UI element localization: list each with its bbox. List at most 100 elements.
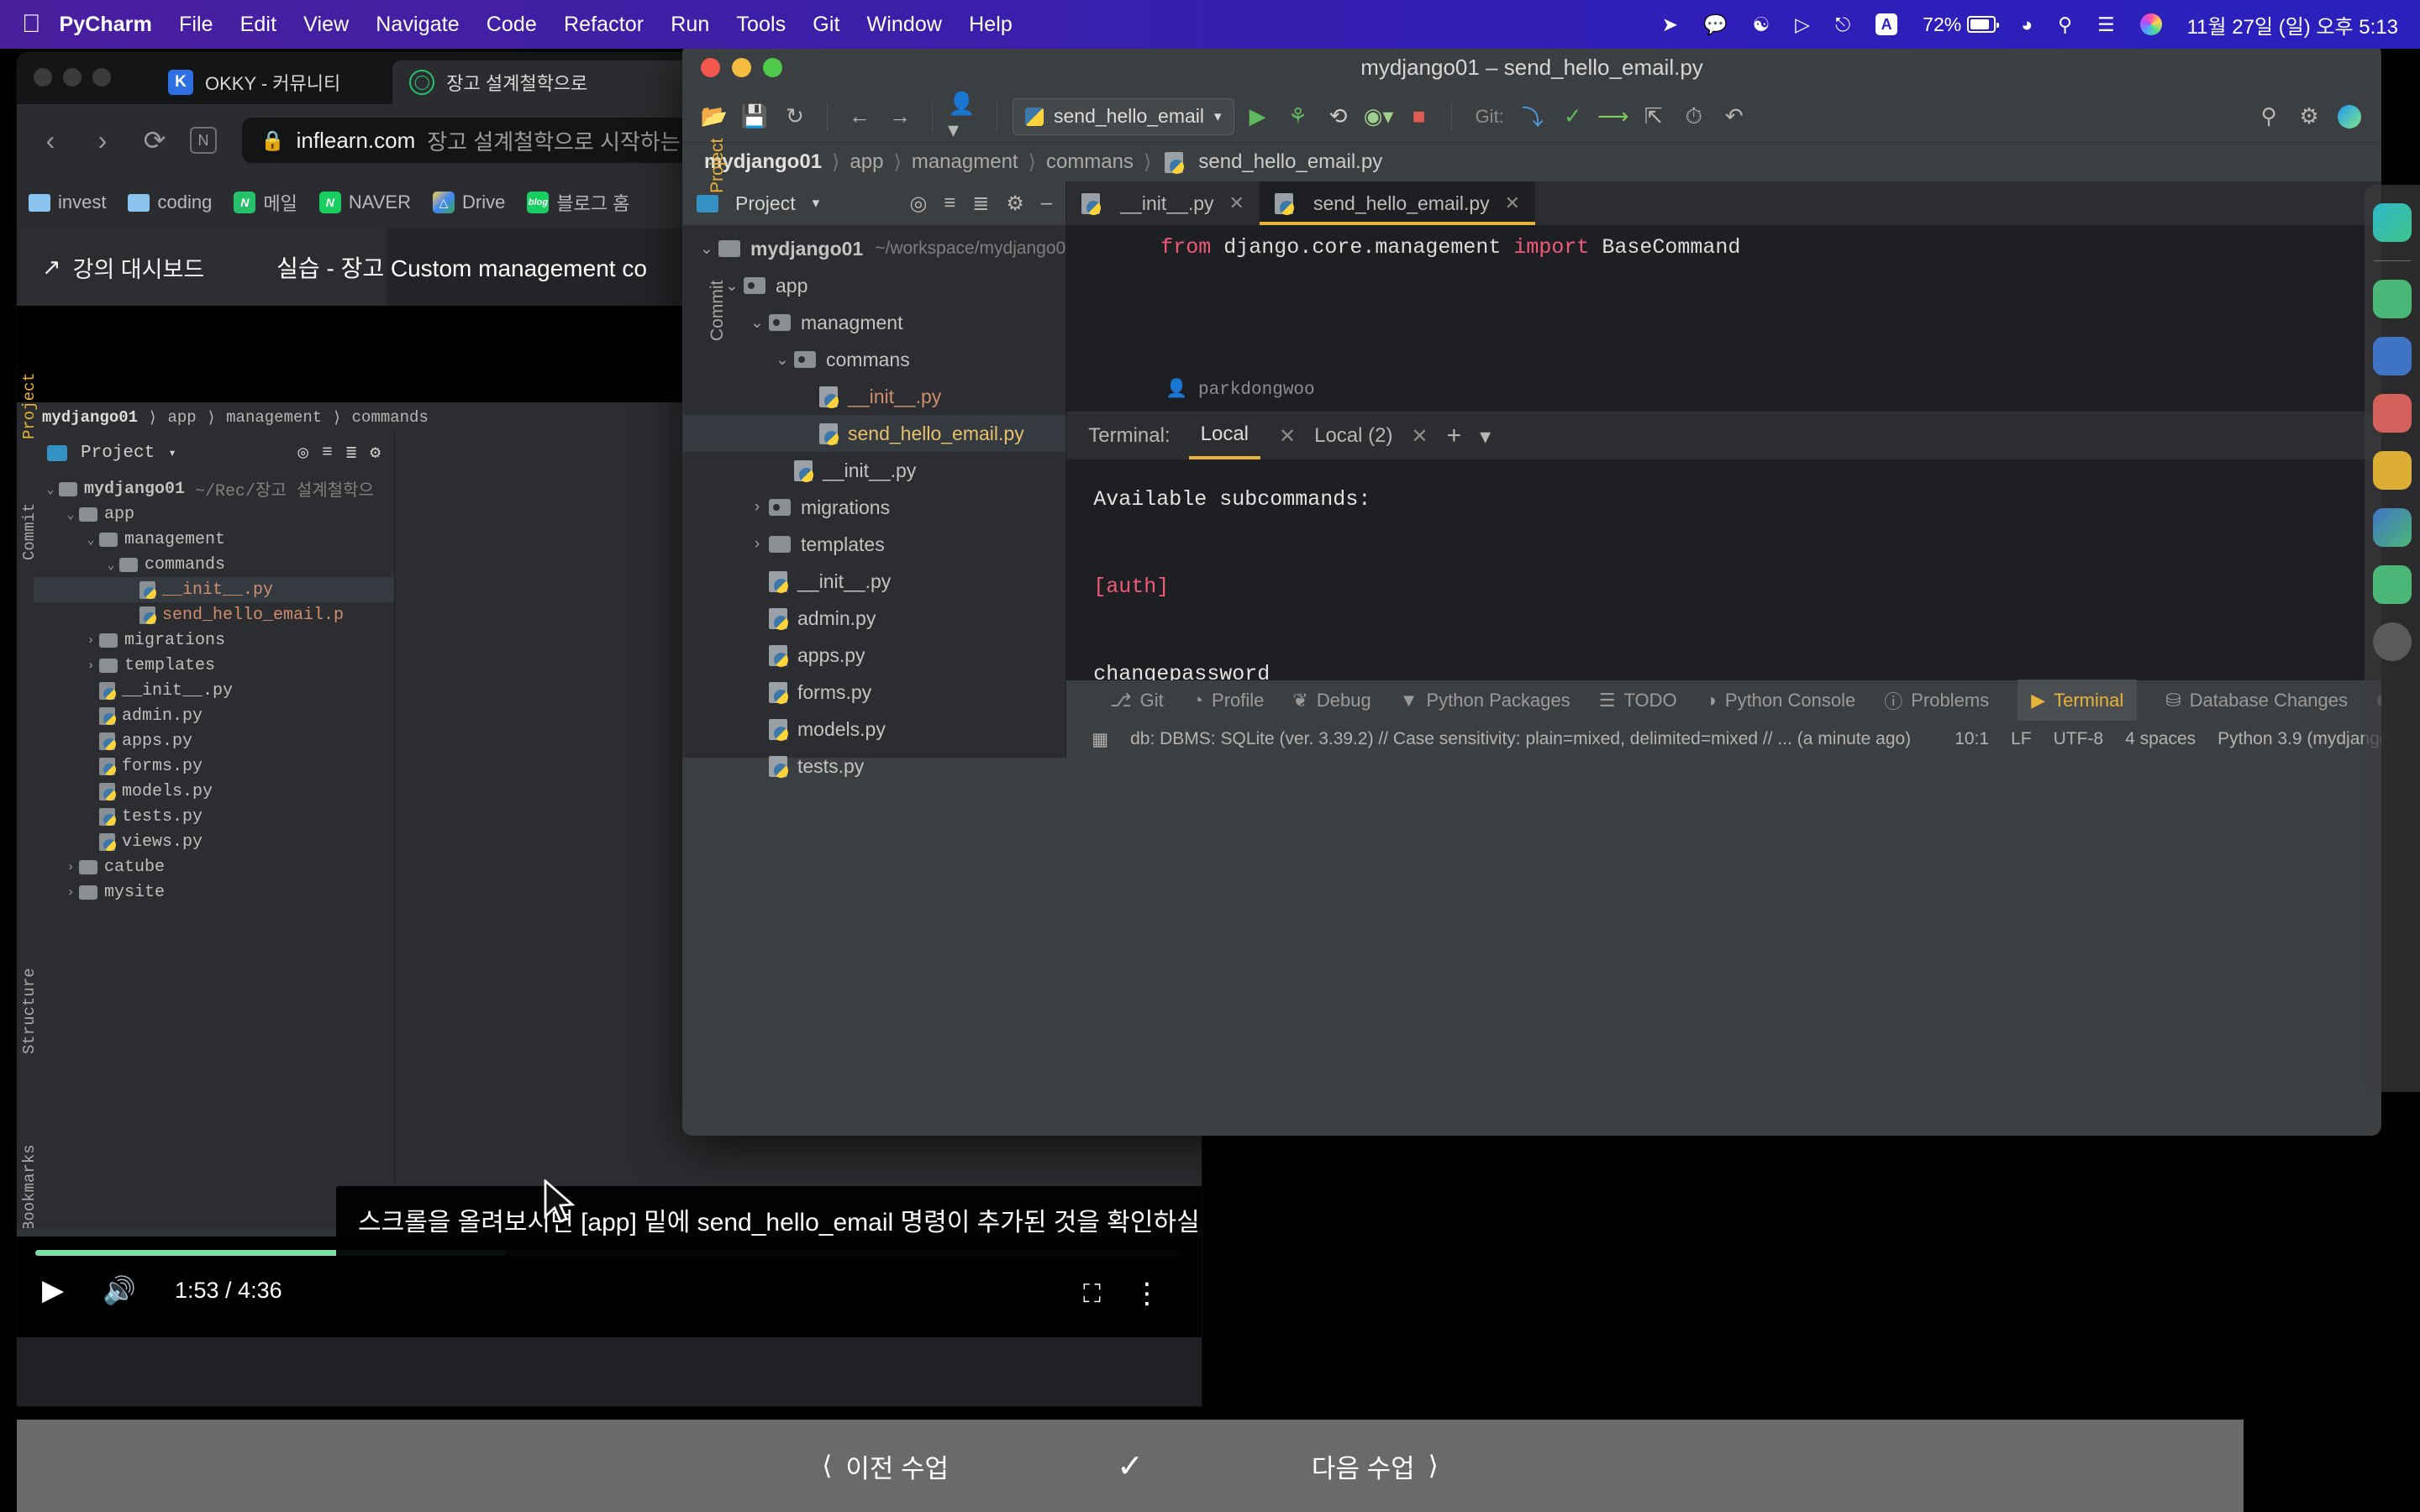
siri-icon[interactable] — [2139, 13, 2162, 35]
bookmark-mail[interactable]: N 메일 — [234, 189, 297, 216]
gear-icon[interactable]: ⚙ — [2292, 100, 2326, 134]
browser-tab-okky[interactable]: K OKKY - 커뮤니티 — [151, 60, 357, 104]
chevron-down-icon[interactable]: ⌄ — [745, 313, 769, 333]
bookmark-drive[interactable]: △ Drive — [432, 192, 505, 213]
forward-arrow-icon[interactable]: → — [883, 100, 917, 134]
video-rail-structure[interactable]: Structure — [20, 968, 39, 1054]
video-rail-project[interactable]: Project — [20, 372, 39, 439]
menu-item-edit[interactable]: Edit — [240, 13, 276, 37]
gear-icon[interactable]: ⚙ — [370, 442, 381, 464]
tree-row[interactable]: admin.py — [683, 600, 1065, 637]
more-run-icon[interactable]: ◉▾ — [1362, 100, 1396, 134]
git-rollback-icon[interactable]: ↶ — [1718, 100, 1751, 134]
profile-icon[interactable]: ⟲ — [1322, 100, 1355, 134]
stop-icon[interactable]: ■ — [1402, 100, 1436, 134]
git-push-icon[interactable]: ⟶ — [1597, 100, 1630, 134]
menu-item-navigate[interactable]: Navigate — [376, 13, 459, 37]
status-caret-position[interactable]: 10:1 — [1954, 729, 1989, 749]
bookmark-invest[interactable]: invest — [29, 192, 106, 213]
user-icon[interactable]: 👤▾ — [948, 91, 981, 142]
code-editor[interactable]: ✓ 1from django.core.management import Ba… — [1066, 225, 2381, 412]
dock-icon-telegram[interactable] — [2373, 565, 2412, 604]
reload-icon[interactable]: ⟳ — [138, 124, 171, 156]
collapse-all-icon[interactable]: ≣ — [972, 192, 989, 216]
control-center-icon[interactable]: ☰ — [2097, 13, 2115, 36]
status-line-separator[interactable]: LF — [2011, 729, 2032, 749]
fullscreen-icon[interactable]: ⛶ — [1083, 1280, 1101, 1309]
next-lesson-button[interactable]: 다음 수업 ⟩ — [1312, 1447, 1439, 1485]
target-icon[interactable]: ◎ — [297, 442, 308, 464]
tool-window-debug[interactable]: ❦ Debug — [1292, 690, 1370, 711]
target-icon[interactable]: ◎ — [909, 192, 927, 216]
prev-lesson-button[interactable]: ⟨ 이전 수업 — [822, 1447, 949, 1485]
tree-row[interactable]: forms.py — [683, 674, 1065, 711]
notification-bubble-icon[interactable]: 💬 — [1703, 13, 1728, 36]
run-configuration-selector[interactable]: send_hello_email ▾ — [1013, 97, 1234, 135]
git-update-icon[interactable]: ⤵ — [1516, 100, 1549, 134]
tree-row[interactable]: tests.py — [683, 748, 1065, 785]
tree-row[interactable]: __init__.py — [683, 378, 1065, 415]
tool-window-terminal[interactable]: ▶ Terminal — [2018, 680, 2138, 722]
avatar-icon[interactable] — [2333, 100, 2366, 134]
tool-window-profile[interactable]: ◔ Profile — [1192, 690, 1265, 711]
menu-item-view[interactable]: View — [303, 13, 349, 37]
tree-row[interactable]: ⌄ mydjango01 ~/workspace/mydjango0 — [683, 230, 1065, 267]
bluetooth-icon[interactable]: ⎋ — [1835, 13, 1850, 36]
menu-item-window[interactable]: Window — [867, 13, 943, 37]
menu-item-file[interactable]: File — [179, 13, 213, 37]
play-icon[interactable]: ▶ — [42, 1273, 64, 1307]
tree-row[interactable]: apps.py — [683, 637, 1065, 674]
breadcrumb-app[interactable]: app — [850, 150, 883, 174]
tool-window-todo[interactable]: ☰ TODO — [1599, 690, 1677, 711]
tree-row[interactable]: ⌄ managment — [683, 304, 1065, 341]
dock-icon-notes[interactable] — [2373, 280, 2412, 318]
input-source-icon[interactable]: A — [1876, 13, 1898, 35]
course-dashboard-link[interactable]: ↗ 강의 대시보드 — [17, 251, 204, 284]
tool-window-python-packages[interactable]: ▼ Python Packages — [1400, 690, 1570, 711]
open-folder-icon[interactable]: 📂 — [697, 100, 731, 134]
apple-logo-icon[interactable]:  — [22, 12, 41, 37]
menu-item-refactor[interactable]: Refactor — [564, 13, 644, 37]
video-file-tree[interactable]: ⌄ mydjango01 ~/Rec/장고 설계철학으 ⌄ app ⌄ management… — [34, 473, 394, 905]
editor-gutter[interactable] — [1066, 225, 1128, 412]
editor-tab-send-hello-email[interactable]: send_hello_email.py ✕ — [1259, 181, 1536, 225]
wifi-icon[interactable]: ◕ — [2021, 13, 2033, 36]
dock-icon-settings[interactable] — [2373, 622, 2412, 661]
menu-item-run[interactable]: Run — [671, 13, 709, 37]
git-branch-icon[interactable]: ⇱ — [1637, 100, 1670, 134]
sync-icon[interactable]: ↻ — [778, 100, 812, 134]
breadcrumb-managment[interactable]: managment — [912, 150, 1018, 174]
close-icon[interactable]: ✕ — [1411, 424, 1428, 449]
bookmark-blog[interactable]: blog 블로그 홈 — [527, 189, 629, 216]
minimize-icon[interactable]: – — [1041, 192, 1052, 215]
terminal-tab-local[interactable]: Local — [1188, 412, 1260, 459]
bottom-tool-window-bar[interactable]: ⎇ Git ◔ Profile ❦ Debug ▼ Python Packages ☰ TODO ◑… — [1066, 680, 2381, 722]
search-icon[interactable]: ⚲ — [2252, 100, 2286, 134]
volume-icon[interactable]: 🔊 — [103, 1274, 136, 1306]
video-rail-commit[interactable]: Commit — [20, 503, 39, 560]
menu-item-tools[interactable]: Tools — [736, 13, 786, 37]
close-icon[interactable]: ✕ — [1505, 192, 1520, 214]
plus-icon[interactable]: + — [1447, 422, 1462, 450]
dock-icon-favorites[interactable] — [2373, 451, 2412, 490]
maximize-window-button[interactable] — [763, 58, 782, 77]
tool-rail-commit[interactable]: Commit — [708, 281, 728, 341]
airpods-icon[interactable]: ☯ — [1753, 13, 1770, 36]
back-icon[interactable]: ‹ — [34, 125, 67, 156]
tool-window-database-changes[interactable]: ⛁ Database Changes — [2165, 690, 2348, 711]
browser-traffic-lights[interactable] — [34, 68, 111, 87]
tree-row[interactable]: __init__.py — [683, 452, 1065, 489]
minimize-window-button[interactable] — [732, 58, 751, 77]
dock-icon-maps[interactable] — [2373, 508, 2412, 547]
tree-row[interactable]: models.py — [683, 711, 1065, 748]
chevron-down-icon[interactable]: ⌄ — [771, 350, 794, 370]
close-icon[interactable]: ✕ — [1229, 192, 1244, 214]
complete-lesson-button[interactable]: ✓ — [1117, 1447, 1144, 1485]
chevron-down-icon[interactable]: ⌄ — [695, 239, 718, 259]
tree-row[interactable]: › migrations — [683, 489, 1065, 526]
pycharm-traffic-lights[interactable] — [701, 58, 782, 77]
search-icon[interactable]: ⚲ — [2058, 13, 2072, 36]
reader-mode-icon[interactable]: N — [190, 127, 217, 154]
dock-icon-finder[interactable] — [2373, 203, 2412, 242]
tool-window-problems[interactable]: ⓘ Problems — [1884, 687, 1989, 714]
